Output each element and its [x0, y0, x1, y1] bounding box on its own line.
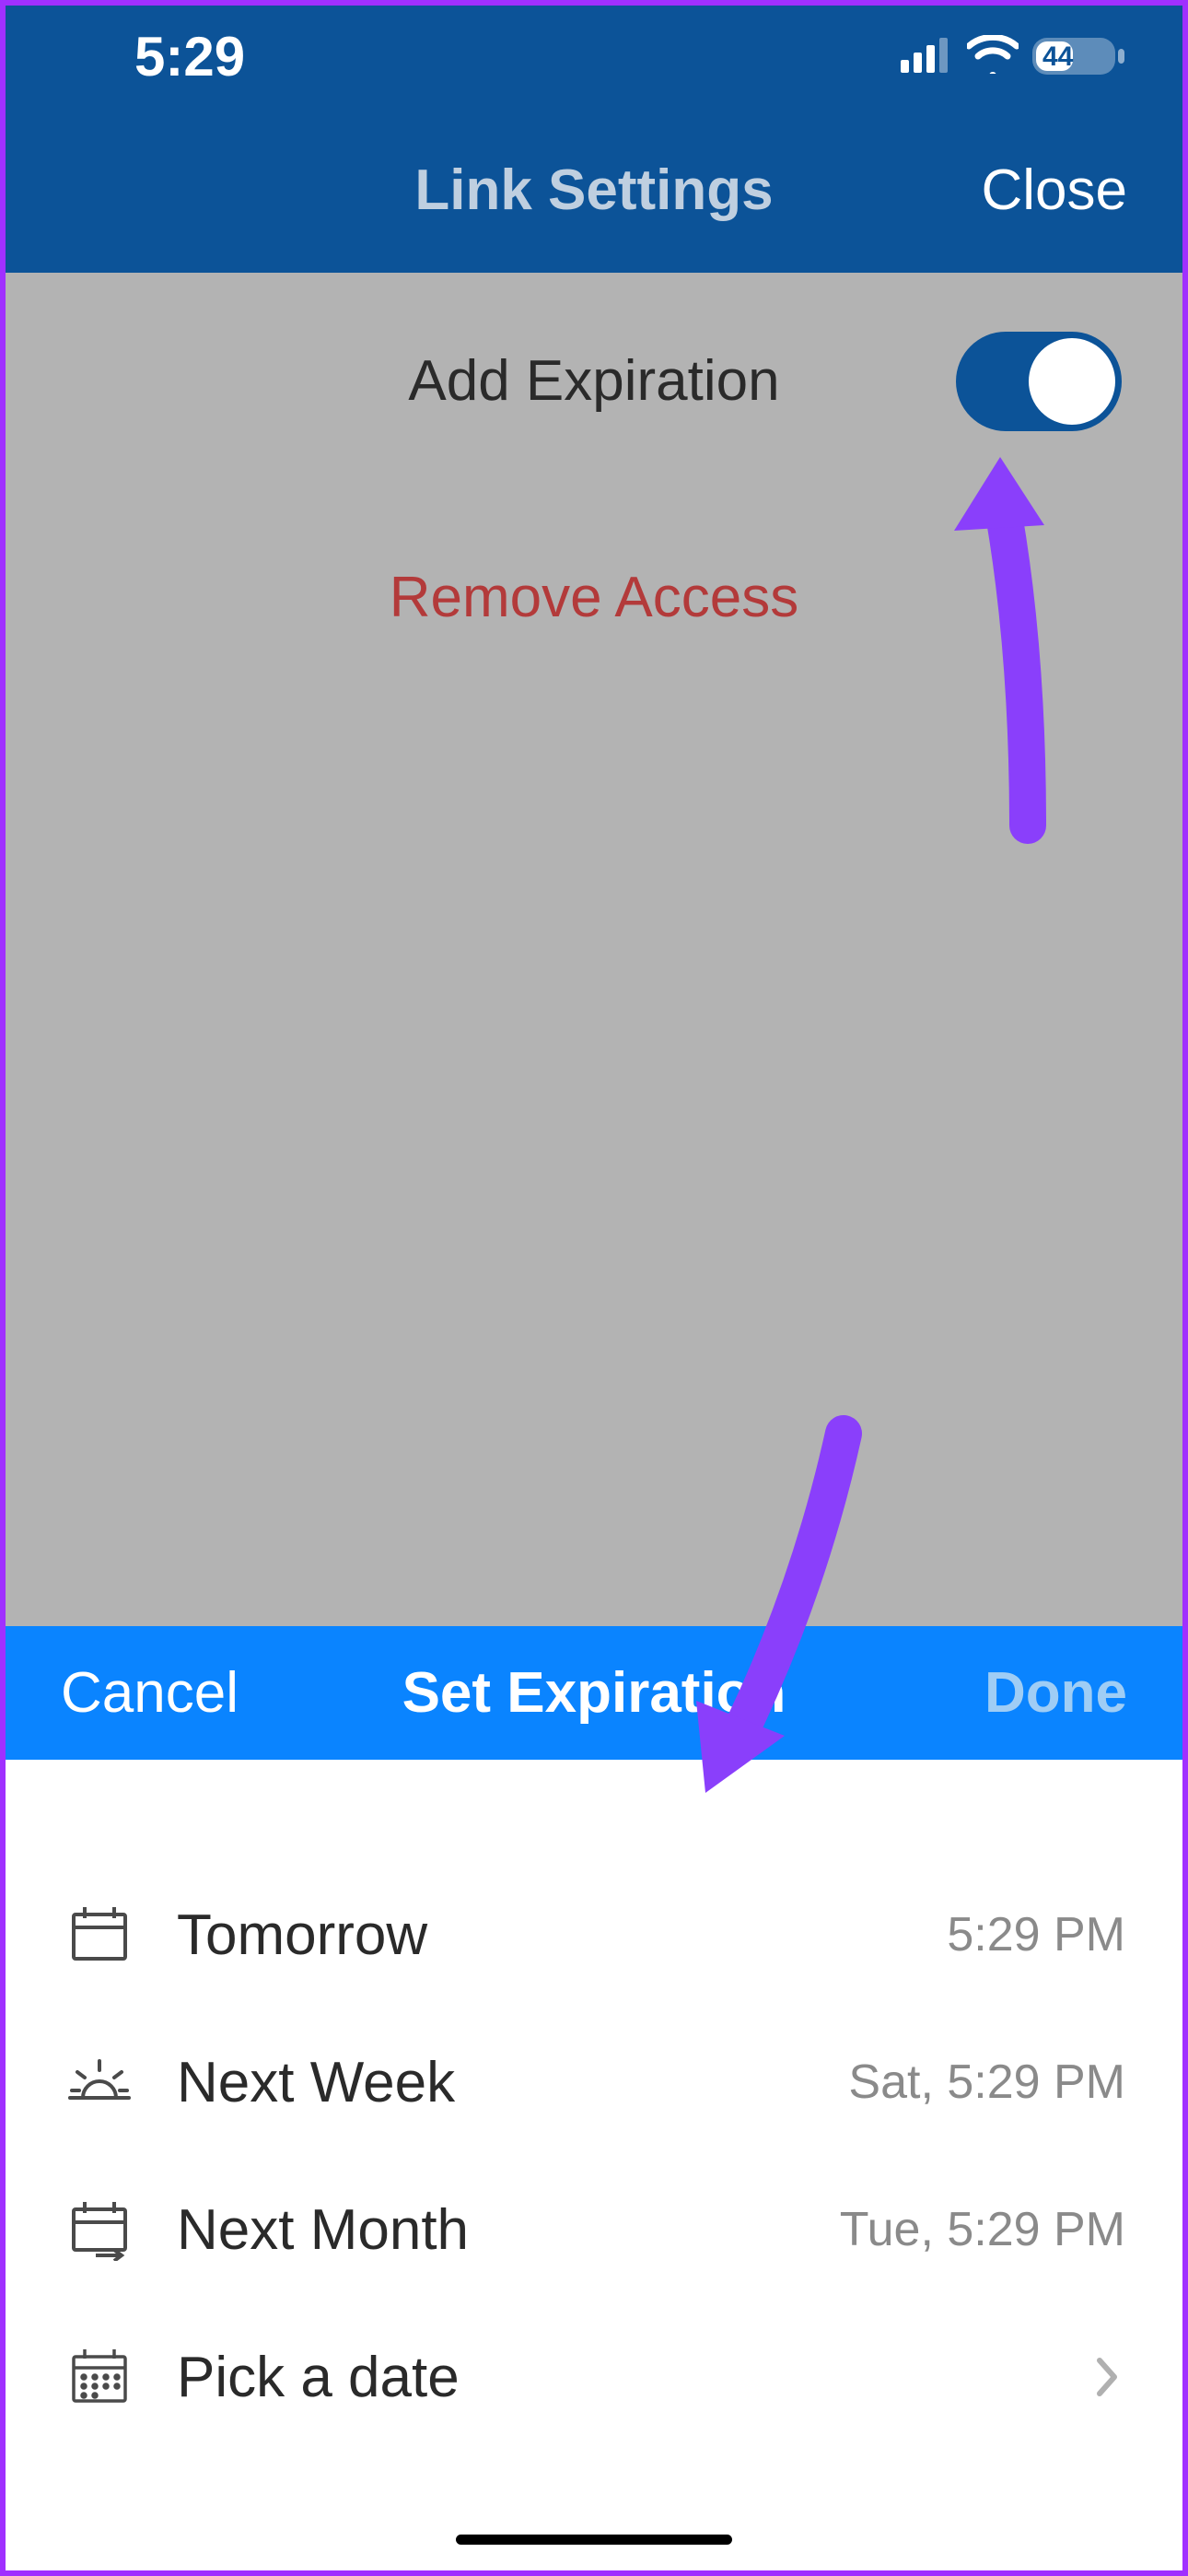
battery-level: 44 — [1042, 41, 1073, 73]
spacer — [6, 706, 1182, 1626]
add-expiration-toggle[interactable] — [956, 332, 1122, 431]
add-expiration-label: Add Expiration — [408, 348, 779, 414]
add-expiration-row[interactable]: Add Expiration — [6, 273, 1182, 489]
option-subtext: 5:29 PM — [947, 1907, 1125, 1962]
option-label: Tomorrow — [177, 1903, 947, 1968]
sunrise-icon — [63, 2045, 136, 2119]
cellular-icon — [901, 36, 954, 77]
remove-access-label: Remove Access — [390, 565, 799, 630]
remove-access-row[interactable]: Remove Access — [6, 489, 1182, 706]
option-next-week[interactable]: Next Week Sat, 5:29 PM — [6, 2008, 1182, 2156]
calendar-icon — [63, 1898, 136, 1972]
cancel-button[interactable]: Cancel — [61, 1660, 239, 1726]
option-label: Pick a date — [177, 2345, 1089, 2410]
sheet-header: Cancel Set Expiration Done — [6, 1626, 1182, 1760]
option-label: Next Week — [177, 2050, 848, 2115]
calendar-arrow-icon — [63, 2193, 136, 2266]
status-bar: 5:29 44 — [6, 6, 1182, 107]
option-subtext: Tue, 5:29 PM — [840, 2202, 1125, 2257]
done-button[interactable]: Done — [984, 1660, 1127, 1726]
nav-bar: Link Settings Close — [6, 107, 1182, 273]
chevron-right-icon — [1089, 2355, 1125, 2399]
option-pick-date[interactable]: Pick a date — [6, 2303, 1182, 2451]
option-subtext: Sat, 5:29 PM — [848, 2055, 1125, 2110]
page-title: Link Settings — [414, 158, 773, 223]
option-tomorrow[interactable]: Tomorrow 5:29 PM — [6, 1861, 1182, 2008]
home-indicator[interactable] — [456, 2535, 732, 2545]
option-label: Next Month — [177, 2197, 840, 2263]
wifi-icon — [967, 35, 1019, 78]
calendar-grid-icon — [63, 2340, 136, 2414]
status-time: 5:29 — [134, 25, 245, 88]
status-icons: 44 — [901, 34, 1127, 78]
option-next-month[interactable]: Next Month Tue, 5:29 PM — [6, 2156, 1182, 2303]
battery-icon: 44 — [1031, 34, 1127, 78]
toggle-knob — [1029, 338, 1115, 425]
close-button[interactable]: Close — [981, 158, 1127, 223]
content-area: Add Expiration Remove Access — [6, 273, 1182, 706]
sheet-body: Tomorrow 5:29 PM Next Week Sat, 5:29 PM … — [6, 1760, 1182, 2570]
sheet-title: Set Expiration — [402, 1660, 786, 1726]
